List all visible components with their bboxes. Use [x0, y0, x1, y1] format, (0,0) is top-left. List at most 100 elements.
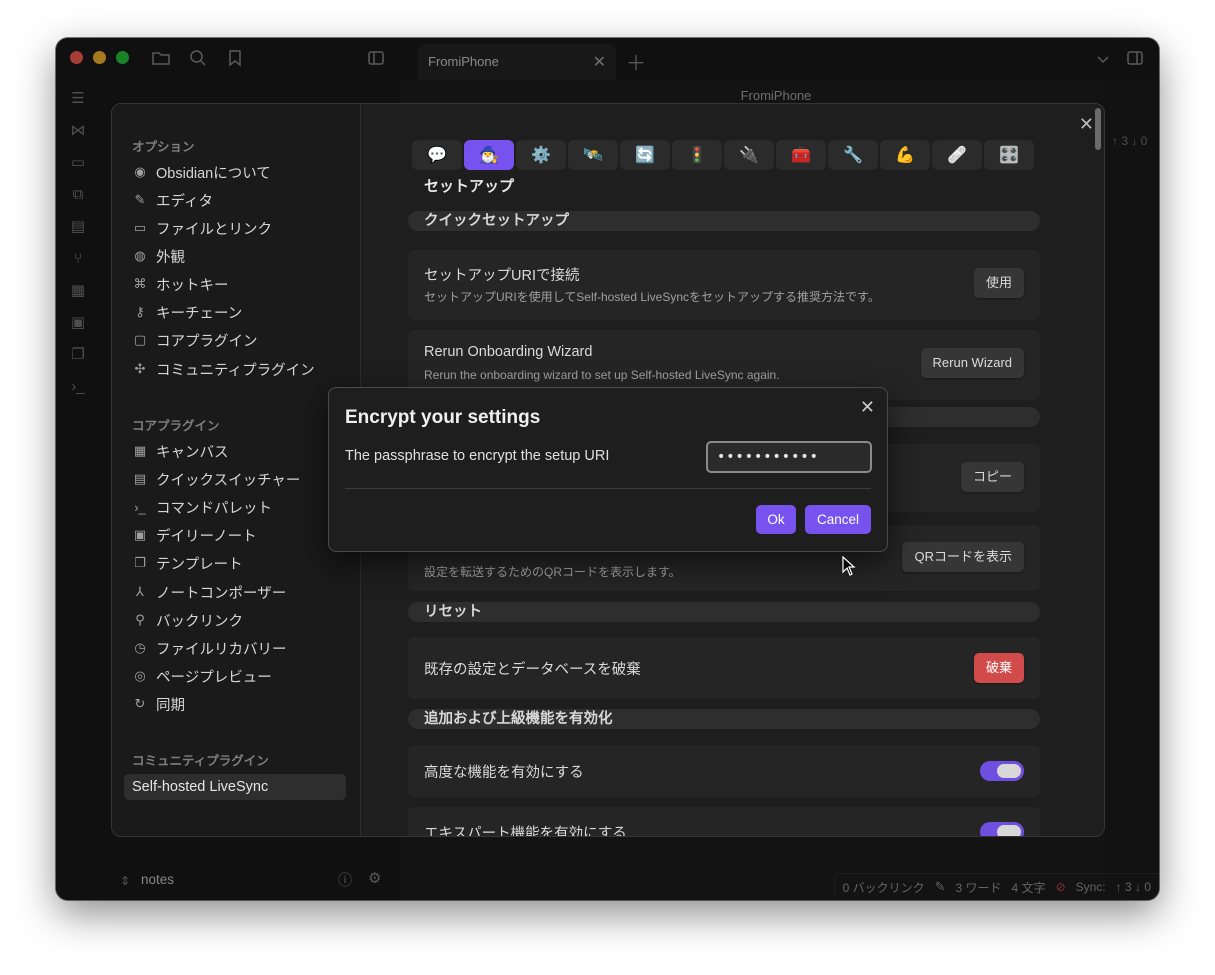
- settings-item-about[interactable]: ◉ Obsidianについて: [132, 159, 271, 185]
- calendar-icon: ▣: [133, 527, 147, 542]
- settings-item-livesync[interactable]: Self-hosted LiveSync: [124, 774, 346, 800]
- settings-item-label: ホットキー: [156, 277, 229, 294]
- setup-uri-card: セットアップURIで接続 セットアップURIを使用してSelf-hosted L…: [408, 250, 1040, 320]
- file-search-icon: ▤: [133, 471, 147, 486]
- use-setup-uri-button[interactable]: 使用: [973, 268, 1024, 298]
- settings-item-files-links[interactable]: ▭ ファイルとリンク: [132, 215, 272, 241]
- settings-item-label: コアプラグイン: [156, 333, 258, 350]
- settings-scrollbar[interactable]: [1095, 108, 1101, 150]
- dialog-divider: [345, 488, 871, 489]
- settings-item-keychain[interactable]: ⚷ キーチェーン: [132, 299, 242, 325]
- merge-icon: ⅄: [136, 584, 144, 599]
- dialog-close-icon[interactable]: ✕: [860, 397, 875, 418]
- folder-link-icon: ▭: [133, 220, 147, 235]
- rerun-desc: Rerun the onboarding wizard to set up Se…: [424, 368, 780, 382]
- settings-item-canvas[interactable]: ▦ キャンバス: [132, 438, 229, 464]
- puzzle-icon: ✣: [134, 361, 146, 376]
- settings-item-label: ページプレビュー: [156, 669, 272, 686]
- reset-heading: リセット: [408, 602, 1040, 622]
- tab-remote[interactable]: 🛰️: [568, 140, 618, 170]
- refresh-icon: ↻: [134, 696, 146, 711]
- mouse-cursor-icon: [842, 556, 856, 576]
- settings-item-command-palette[interactable]: ›_ コマンドパレット: [132, 494, 272, 520]
- settings-item-label: コマンドパレット: [156, 500, 272, 517]
- settings-item-label: クイックスイッチャー: [156, 472, 301, 489]
- settings-item-templates[interactable]: ❐ テンプレート: [132, 550, 243, 576]
- rerun-wizard-button[interactable]: Rerun Wizard: [920, 348, 1024, 378]
- settings-item-sync[interactable]: ↻ 同期: [132, 691, 185, 717]
- show-qr-button[interactable]: QRコードを表示: [902, 542, 1024, 572]
- tab-general[interactable]: ⚙️: [516, 140, 566, 170]
- copy-button[interactable]: コピー: [960, 462, 1024, 492]
- settings-item-label: 同期: [156, 697, 185, 714]
- settings-item-daily-notes[interactable]: ▣ デイリーノート: [132, 522, 257, 548]
- tab-selector[interactable]: 🚦: [672, 140, 722, 170]
- rerun-title: Rerun Onboarding Wizard: [424, 344, 593, 360]
- link-icon: ⚲: [135, 612, 145, 627]
- expert-card: エキスパート機能を有効にする: [408, 807, 1040, 837]
- settings-item-editor[interactable]: ✎ エディタ: [132, 187, 213, 213]
- passphrase-input[interactable]: [706, 441, 872, 473]
- settings-item-label: テンプレート: [156, 556, 243, 573]
- obsidian-window: FromiPhone ✕ ＋ ☰ ⋈ ▭ ⧉ ▤ ⑂ ▦ ▣ ❐ ›_ From…: [56, 38, 1159, 900]
- settings-item-page-preview[interactable]: ◎ ページプレビュー: [132, 663, 272, 689]
- advanced-title: 高度な機能を有効にする: [424, 765, 584, 781]
- settings-group-community: コミュニティプラグイン: [132, 754, 269, 768]
- discard-button[interactable]: 破棄: [973, 653, 1024, 683]
- discard-card: 既存の設定とデータベースを破棄 破棄: [408, 637, 1040, 699]
- ok-button[interactable]: Ok: [756, 505, 796, 534]
- settings-item-file-recovery[interactable]: ◷ ファイルリカバリー: [132, 635, 287, 661]
- tab-messages[interactable]: 💬: [412, 140, 462, 170]
- tab-power-users[interactable]: 💪: [880, 140, 930, 170]
- settings-close-icon[interactable]: ✕: [1079, 114, 1094, 135]
- settings-group-options: オプション: [132, 140, 195, 154]
- grid-icon: ▦: [133, 443, 147, 458]
- settings-item-hotkeys[interactable]: ⌘ ホットキー: [132, 271, 229, 297]
- advanced-toggle[interactable]: [980, 761, 1024, 781]
- section-title: セットアップ: [424, 178, 515, 195]
- settings-item-community-plugins[interactable]: ✣ コミュニティプラグイン: [132, 356, 315, 382]
- settings-item-label: キャンバス: [156, 444, 229, 461]
- settings-group-core: コアプラグイン: [132, 419, 220, 433]
- settings-item-label: デイリーノート: [156, 528, 257, 545]
- dialog-title: Encrypt your settings: [345, 407, 541, 428]
- terminal-icon: ›_: [134, 499, 146, 515]
- command-icon: ⌘: [133, 276, 147, 291]
- settings-item-core-plugins[interactable]: ▢ コアプラグイン: [132, 327, 258, 353]
- tab-maintenance[interactable]: 🎛️: [984, 140, 1034, 170]
- settings-item-appearance[interactable]: ◍ 外観: [132, 243, 185, 269]
- settings-item-note-composer[interactable]: ⅄ ノートコンポーザー: [132, 579, 286, 605]
- palette-icon: ◍: [134, 248, 146, 263]
- key-icon: ⚷: [135, 304, 145, 319]
- plug-icon: ▢: [133, 332, 147, 347]
- qr-desc: 設定を転送するためのQRコードを表示します。: [424, 565, 681, 579]
- discard-title: 既存の設定とデータベースを破棄: [424, 662, 641, 678]
- settings-item-backlinks[interactable]: ⚲ バックリンク: [132, 607, 243, 633]
- settings-item-quick-switcher[interactable]: ▤ クイックスイッチャー: [132, 466, 301, 492]
- tab-patches[interactable]: 🩹: [932, 140, 982, 170]
- settings-item-label: ファイルリカバリー: [156, 641, 287, 658]
- tab-wizard[interactable]: 🧙‍♂️: [464, 140, 514, 170]
- settings-sidebar: オプション ◉ Obsidianについて ✎ エディタ ▭ ファイルとリンク ◍ 外観 …: [112, 104, 361, 836]
- user-circle-icon: ◉: [134, 164, 146, 179]
- advanced-card: 高度な機能を有効にする: [408, 745, 1040, 797]
- advanced-heading: 追加および上級機能を有効化: [408, 709, 1040, 729]
- settings-item-label: エディタ: [156, 193, 213, 210]
- livesync-tab-bar: 💬 🧙‍♂️ ⚙️ 🛰️ 🔄 🚦 🔌 🧰 🔧 💪 🩹 🎛️: [412, 140, 1034, 170]
- tab-advanced[interactable]: 🔧: [828, 140, 878, 170]
- pen-icon: ✎: [134, 192, 146, 207]
- tab-sync[interactable]: 🔄: [620, 140, 670, 170]
- setup-uri-desc: セットアップURIを使用してSelf-hosted LiveSyncをセットアッ…: [424, 290, 880, 304]
- cancel-button[interactable]: Cancel: [805, 505, 871, 534]
- history-icon: ◷: [134, 640, 146, 655]
- copy-icon: ❐: [134, 555, 146, 570]
- settings-item-label: ファイルとリンク: [156, 221, 272, 238]
- expert-toggle[interactable]: [980, 822, 1024, 836]
- tab-hatch[interactable]: 🧰: [776, 140, 826, 170]
- expert-title: エキスパート機能を有効にする: [424, 826, 627, 837]
- encrypt-settings-dialog: Encrypt your settings ✕ The passphrase t…: [328, 387, 888, 552]
- scan-eye-icon: ◎: [134, 668, 146, 683]
- settings-item-label: Obsidianについて: [156, 165, 271, 182]
- settings-item-label: キーチェーン: [156, 305, 243, 322]
- tab-customization[interactable]: 🔌: [724, 140, 774, 170]
